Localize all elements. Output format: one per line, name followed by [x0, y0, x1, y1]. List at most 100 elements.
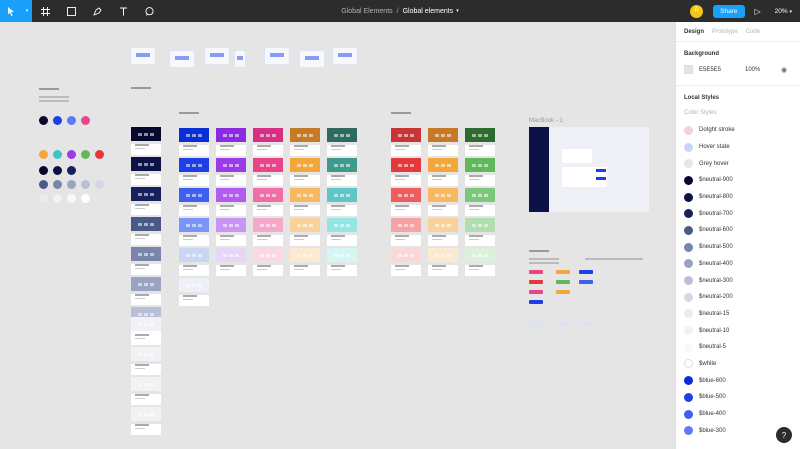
- component-card[interactable]: [327, 128, 357, 156]
- component-card[interactable]: [131, 317, 161, 345]
- tab-design[interactable]: Design: [684, 29, 704, 35]
- component-card[interactable]: [131, 407, 161, 435]
- component-card[interactable]: [216, 248, 246, 276]
- button-sample[interactable]: [556, 290, 570, 294]
- color-style-item[interactable]: $neutral-800: [676, 189, 800, 206]
- color-style-item[interactable]: $neutral-200: [676, 289, 800, 306]
- color-style-item[interactable]: $neutral-300: [676, 272, 800, 289]
- macbook-frame[interactable]: MacBook - 1: [529, 118, 649, 212]
- color-style-item[interactable]: $neutral-900: [676, 172, 800, 189]
- button-sample[interactable]: [529, 290, 543, 294]
- color-swatch[interactable]: [95, 180, 104, 189]
- illustration-thumbnail[interactable]: [170, 51, 194, 67]
- color-style-item[interactable]: $neutral-5: [676, 339, 800, 356]
- section-label[interactable]: [179, 112, 199, 114]
- color-style-item[interactable]: $blue-500: [676, 389, 800, 406]
- component-card[interactable]: [253, 188, 283, 216]
- component-card[interactable]: [290, 188, 320, 216]
- section-label[interactable]: [391, 112, 411, 114]
- component-card[interactable]: [131, 187, 161, 215]
- component-card[interactable]: [131, 217, 161, 245]
- component-card[interactable]: [327, 248, 357, 276]
- component-card[interactable]: [391, 128, 421, 156]
- text-tool-button[interactable]: [110, 0, 136, 22]
- component-card[interactable]: [465, 158, 495, 186]
- component-card[interactable]: [131, 127, 161, 155]
- component-card[interactable]: [327, 188, 357, 216]
- component-card[interactable]: [253, 248, 283, 276]
- pen-tool-button[interactable]: [84, 0, 110, 22]
- component-card[interactable]: [327, 158, 357, 186]
- component-card[interactable]: [290, 218, 320, 246]
- help-button[interactable]: ?: [776, 427, 792, 443]
- frame-title[interactable]: MacBook - 1: [529, 118, 563, 124]
- color-style-item[interactable]: $neutral-10: [676, 322, 800, 339]
- input-sample[interactable]: [579, 322, 593, 326]
- button-sample[interactable]: [579, 270, 593, 274]
- color-swatch[interactable]: [81, 194, 90, 203]
- component-card[interactable]: [253, 128, 283, 156]
- color-style-item[interactable]: Hover state: [676, 139, 800, 156]
- component-card[interactable]: [179, 158, 209, 186]
- text-block[interactable]: [585, 258, 615, 260]
- background-opacity-input[interactable]: 100%: [745, 67, 775, 73]
- component-card[interactable]: [428, 248, 458, 276]
- illustration-thumbnail[interactable]: [300, 51, 324, 67]
- component-card[interactable]: [290, 158, 320, 186]
- component-card[interactable]: [216, 218, 246, 246]
- button-sample[interactable]: [579, 280, 593, 284]
- share-button[interactable]: Share: [713, 4, 745, 18]
- color-swatch[interactable]: [53, 194, 62, 203]
- component-card[interactable]: [391, 188, 421, 216]
- component-card[interactable]: [253, 218, 283, 246]
- input-sample[interactable]: [529, 322, 543, 326]
- color-swatch[interactable]: [39, 116, 48, 125]
- chevron-down-icon[interactable]: ▾: [22, 0, 32, 22]
- component-card[interactable]: [391, 158, 421, 186]
- color-style-item[interactable]: $neutral-400: [676, 256, 800, 273]
- button-sample[interactable]: [556, 270, 570, 274]
- zoom-dropdown[interactable]: 20% ▾: [775, 8, 792, 15]
- color-swatch[interactable]: [67, 180, 76, 189]
- illustration-thumbnail[interactable]: [235, 51, 245, 67]
- chevron-down-icon[interactable]: ▾: [456, 8, 459, 14]
- illustration-thumbnail[interactable]: [131, 48, 155, 64]
- button-sample[interactable]: [556, 280, 570, 284]
- component-card[interactable]: [131, 157, 161, 185]
- illustration-thumbnail[interactable]: [265, 48, 289, 64]
- component-card[interactable]: [465, 128, 495, 156]
- color-style-item[interactable]: Grey hover: [676, 155, 800, 172]
- color-swatch[interactable]: [67, 116, 76, 125]
- page-name[interactable]: Global elements: [403, 8, 454, 15]
- section-label[interactable]: [39, 88, 59, 90]
- color-swatch[interactable]: [67, 194, 76, 203]
- component-card[interactable]: [428, 128, 458, 156]
- component-card[interactable]: [290, 248, 320, 276]
- component-card[interactable]: [253, 158, 283, 186]
- frame-tool-button[interactable]: [32, 0, 58, 22]
- color-swatch[interactable]: [67, 166, 76, 175]
- avatar[interactable]: R: [690, 4, 704, 18]
- background-swatch[interactable]: [684, 65, 693, 74]
- color-style-item[interactable]: $white: [676, 356, 800, 373]
- color-swatch[interactable]: [67, 150, 76, 159]
- section-label[interactable]: [131, 87, 151, 89]
- component-card[interactable]: [179, 128, 209, 156]
- component-card[interactable]: [465, 218, 495, 246]
- canvas[interactable]: MacBook - 1: [0, 22, 675, 449]
- text-block[interactable]: [39, 96, 69, 98]
- comment-tool-button[interactable]: [136, 0, 162, 22]
- component-card[interactable]: [428, 188, 458, 216]
- component-card[interactable]: [131, 347, 161, 375]
- color-swatch[interactable]: [53, 150, 62, 159]
- component-card[interactable]: [131, 277, 161, 305]
- tab-code[interactable]: Code: [746, 29, 760, 35]
- component-card[interactable]: [179, 248, 209, 276]
- illustration-thumbnail[interactable]: [205, 48, 229, 64]
- component-card[interactable]: [179, 278, 209, 306]
- background-hex-input[interactable]: E5E5E5: [699, 67, 739, 73]
- component-card[interactable]: [290, 128, 320, 156]
- color-swatch[interactable]: [95, 150, 104, 159]
- component-card[interactable]: [216, 128, 246, 156]
- component-card[interactable]: [465, 248, 495, 276]
